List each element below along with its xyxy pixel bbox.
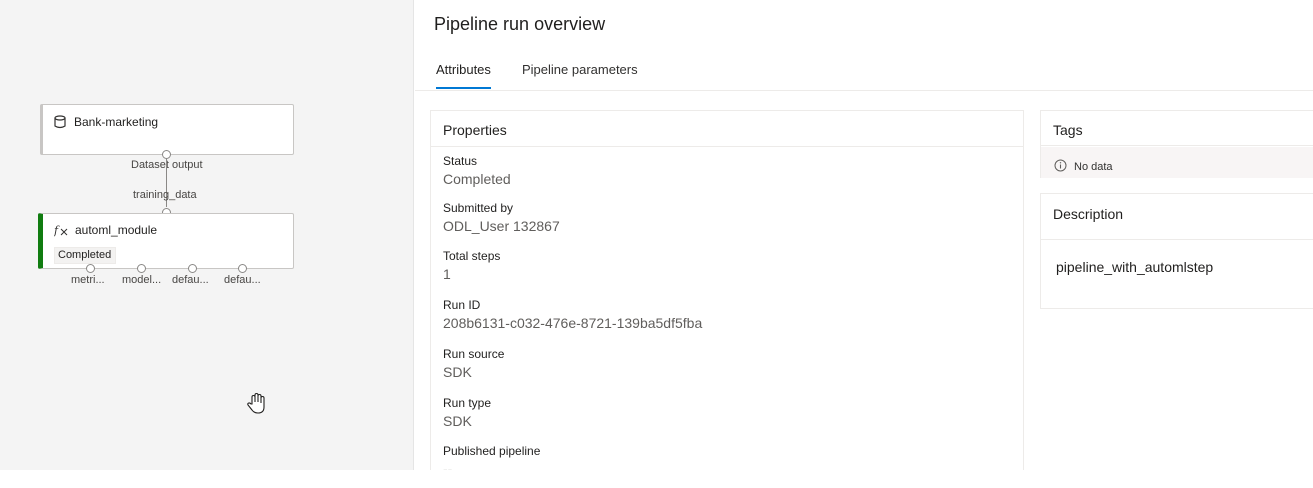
output-port[interactable] [238,264,247,273]
description-text: pipeline_with_automlstep [1056,259,1214,275]
properties-card: Properties Status Completed Submitted by… [430,110,1024,477]
property-status: Status Completed [443,154,511,187]
property-value: 1 [443,266,451,282]
automl-node-label: automl_module [75,223,158,237]
automl-node-title: f automl_module [53,223,158,237]
module-icon: f [53,223,68,237]
tags-empty-text: No data [1074,161,1113,173]
property-submitted-by: Submitted by ODL_User 132867 [443,201,560,234]
tab-pipeline-parameters[interactable]: Pipeline parameters [522,62,638,87]
svg-text:f: f [54,224,60,237]
output-port-label: defau... [224,274,261,286]
dataset-icon [53,115,67,129]
property-label: Run type [443,396,492,410]
property-label: Submitted by [443,201,514,215]
automl-module-node[interactable]: f automl_module Completed [38,213,294,269]
status-badge: Completed [54,247,117,264]
output-port[interactable] [137,264,146,273]
property-label: Total steps [443,249,501,263]
page-title: Pipeline run overview [434,14,606,34]
dataset-node-title: Bank-marketing [53,115,158,129]
connector-label: training_data [133,189,197,201]
property-run-type: Run type SDK [443,396,491,429]
info-icon [1054,159,1067,175]
properties-header: Properties [431,111,1023,147]
property-value: 208b6131-c032-476e-8721-139ba5df5fba [443,315,703,331]
output-port[interactable] [188,264,197,273]
bottom-strip [0,470,1313,488]
pipeline-canvas[interactable]: Bank-marketing Dataset output training_d… [0,0,414,470]
property-value: SDK [443,413,472,429]
tags-empty-state: No data [1041,147,1313,178]
run-overview-panel: Pipeline run overview Attributes Pipelin… [415,0,1313,488]
property-label: Run source [443,347,505,361]
property-run-id: Run ID 208b6131-c032-476e-8721-139ba5df5… [443,298,702,331]
output-port-label: defau... [172,274,209,286]
tags-header: Tags [1041,111,1313,146]
property-label: Run ID [443,298,481,312]
output-port[interactable] [86,264,95,273]
property-total-steps: Total steps 1 [443,249,500,282]
dataset-node[interactable]: Bank-marketing [40,104,294,155]
output-port-label: metri... [71,274,105,286]
description-card: Description pipeline_with_automlstep [1040,193,1313,309]
tags-card: Tags No data [1040,110,1313,178]
hand-cursor-icon [245,391,271,422]
property-run-source: Run source SDK [443,347,504,380]
tab-bar: Attributes Pipeline parameters [415,54,1313,91]
property-value: Completed [443,171,511,187]
tab-attributes[interactable]: Attributes [436,62,491,89]
property-value: SDK [443,364,472,380]
dataset-node-label: Bank-marketing [74,115,159,129]
property-label: Status [443,154,478,168]
property-value: ODL_User 132867 [443,218,560,234]
property-label: Published pipeline [443,444,541,458]
description-header: Description [1041,194,1313,240]
output-port-label: model... [122,274,162,286]
